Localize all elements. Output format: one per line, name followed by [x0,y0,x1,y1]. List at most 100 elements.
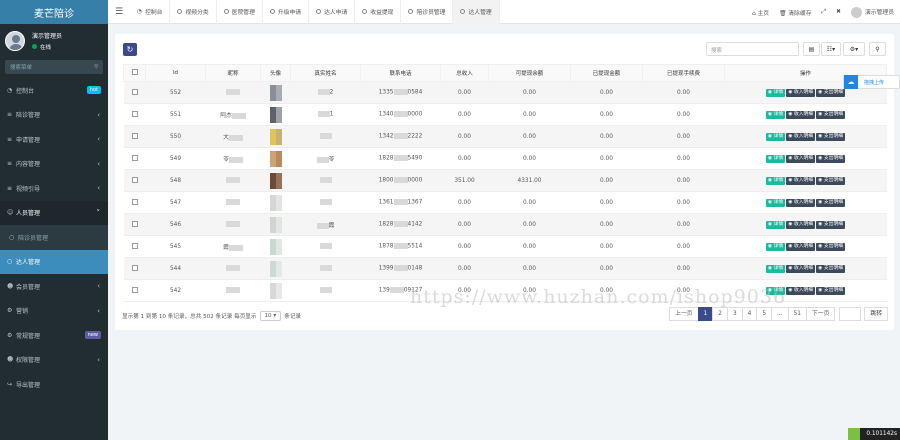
column-header-7[interactable]: 已提现金额 [570,64,643,82]
expense-detail-button[interactable]: ◉ 支出明细 [816,242,846,251]
expense-detail-button[interactable]: ◉ 支出明细 [816,110,846,119]
income-detail-button[interactable]: ◉ 收入明细 [786,176,816,185]
table-row[interactable]: 549 苓苓 1828 5490 0.00 0.00 0.00 0.00 ◉ 详情 ◉ 收入明细 ◉… [123,147,887,170]
admin-menu[interactable]: 演示管理员 [851,6,894,18]
row-checkbox[interactable] [131,176,138,183]
income-detail-button[interactable]: ◉ 收入明细 [786,242,816,251]
cell-avatar[interactable] [260,169,291,192]
avatar-thumbnail[interactable] [275,260,282,277]
column-header-8[interactable]: 已提现手续费 [642,64,725,82]
sidebar-item-12[interactable]: ↪ 导出管理 [0,372,108,397]
detail-button[interactable]: ◉ 详情 [765,198,786,207]
row-checkbox[interactable] [131,220,138,227]
avatar-thumbnail[interactable] [275,194,282,211]
select-all-checkbox[interactable] [131,69,138,75]
sidebar-item-6[interactable]: ○ 陪诊员管理 [0,225,108,250]
fullscreen-icon[interactable]: ⤢ [822,9,827,16]
table-row[interactable]: 548 1800 0000 351.00 4331.00 0.00 0.00 ◉ 详情 ◉ 收入… [123,169,887,192]
row-checkbox[interactable] [131,110,138,117]
avatar-thumbnail[interactable] [275,128,282,145]
expense-detail-button[interactable]: ◉ 支出明细 [816,176,846,185]
page-button-4[interactable]: 4 [741,307,758,321]
sidebar-item-0[interactable]: ◔ 控制台 hot [0,78,108,103]
tab-1[interactable]: 视频分类 [170,0,217,24]
drag-upload-button[interactable]: ☁ 拖拽上传 [843,75,900,89]
cell-avatar[interactable] [260,191,291,214]
sidebar-item-2[interactable]: ≡ 申请管理 ‹ [0,127,108,152]
row-checkbox-cell[interactable] [123,103,146,126]
cell-avatar[interactable] [260,279,291,302]
tab-5[interactable]: 收益提现 [355,0,402,24]
row-checkbox[interactable] [131,286,138,293]
row-checkbox[interactable] [131,132,138,139]
search-icon[interactable]: ⚲ [94,64,98,70]
cell-avatar[interactable] [260,125,291,148]
table-row[interactable]: 544 1399 0148 0.00 0.00 0.00 0.00 ◉ 详情 ◉ 收入明细 ◉ 支… [123,257,887,280]
row-checkbox-cell[interactable] [123,257,146,280]
prev-page-button[interactable]: 上一页 [669,307,699,321]
sidebar-item-8[interactable]: ☻ 会员管理 ‹ [0,274,108,299]
sidebar-item-5[interactable]: ☺ 人员管理 ˅ [0,200,108,225]
row-checkbox-cell[interactable] [123,81,146,104]
income-detail-button[interactable]: ◉ 收入明细 [786,154,816,163]
row-checkbox-cell[interactable] [123,191,146,214]
column-header-0[interactable]: Id [145,64,206,82]
detail-button[interactable]: ◉ 详情 [765,176,786,185]
page-button-51[interactable]: 51 [787,307,807,321]
clear-cache-link[interactable]: 🗑 清除缓存 [779,8,811,17]
avatar-thumbnail[interactable] [275,84,282,101]
income-detail-button[interactable]: ◉ 收入明细 [786,264,816,273]
sidebar-item-11[interactable]: ☻ 权限管理 ‹ [0,348,108,373]
row-checkbox[interactable] [131,264,138,271]
export-button[interactable]: ⚙▾ [843,42,865,56]
columns-button[interactable]: ☷▾ [821,42,841,56]
detail-button[interactable]: ◉ 详情 [765,132,786,141]
table-row[interactable]: 552 2 1335 0584 0.00 0.00 0.00 0.00 ◉ 详情 ◉ 收入明细 ◉ … [123,81,887,104]
brand-logo[interactable]: 麦芒陪诊 [0,0,108,24]
column-header-3[interactable]: 真实姓名 [290,64,361,82]
expense-detail-button[interactable]: ◉ 支出明细 [816,286,846,295]
home-link[interactable]: ⌂ 主页 [752,8,769,17]
detail-button[interactable]: ◉ 详情 [765,88,786,97]
select-all-header[interactable] [123,64,146,82]
row-checkbox-cell[interactable] [123,235,146,258]
shuffle-icon[interactable]: ✖ [836,9,841,15]
column-header-1[interactable]: 昵称 [205,64,261,82]
page-button-2[interactable]: 2 [712,307,728,321]
refresh-button[interactable]: ↻ [123,43,137,56]
detail-button[interactable]: ◉ 详情 [765,154,786,163]
row-checkbox-cell[interactable] [123,147,146,170]
column-header-5[interactable]: 总收入 [440,64,489,82]
sidebar-item-3[interactable]: ≡ 内容管理 ‹ [0,152,108,177]
table-row[interactable]: 545 霞 1878 5514 0.00 0.00 0.00 0.00 ◉ 详情 ◉ 收入明细 ◉ … [123,235,887,258]
next-page-button[interactable]: 下一页 [805,307,836,321]
tab-4[interactable]: 达人申请 [309,0,356,24]
jump-page-input[interactable] [839,307,862,321]
expense-detail-button[interactable]: ◉ 支出明细 [816,220,846,229]
income-detail-button[interactable]: ◉ 收入明细 [786,198,816,207]
row-checkbox[interactable] [131,198,138,205]
tab-3[interactable]: 升级申请 [263,0,310,24]
page-button-5[interactable]: 5 [756,307,773,321]
avatar-thumbnail[interactable] [275,216,282,233]
row-checkbox-cell[interactable] [123,169,146,192]
avatar-thumbnail[interactable] [275,150,282,167]
row-checkbox[interactable] [131,88,138,95]
tab-7[interactable]: 达人管理 [453,0,500,24]
sidebar-item-7[interactable]: ○ 达人管理 [0,249,108,274]
expense-detail-button[interactable]: ◉ 支出明细 [816,264,846,273]
jump-button[interactable]: 跳转 [864,307,888,321]
cell-avatar[interactable] [260,257,291,280]
avatar-thumbnail[interactable] [275,282,282,299]
cell-avatar[interactable] [260,235,291,258]
cell-avatar[interactable] [260,213,291,236]
row-checkbox-cell[interactable] [123,125,146,148]
sidebar-item-4[interactable]: ≡ 视频引导 ‹ [0,176,108,201]
sidebar-item-9[interactable]: ⚙ 营销 ‹ [0,299,108,324]
detail-button[interactable]: ◉ 详情 [765,242,786,251]
page-button-...[interactable]: ... [771,307,789,321]
column-header-4[interactable]: 联系电话 [360,64,441,82]
expense-detail-button[interactable]: ◉ 支出明细 [816,132,846,141]
page-button-1[interactable]: 1 [697,307,714,321]
income-detail-button[interactable]: ◉ 收入明细 [786,286,816,295]
